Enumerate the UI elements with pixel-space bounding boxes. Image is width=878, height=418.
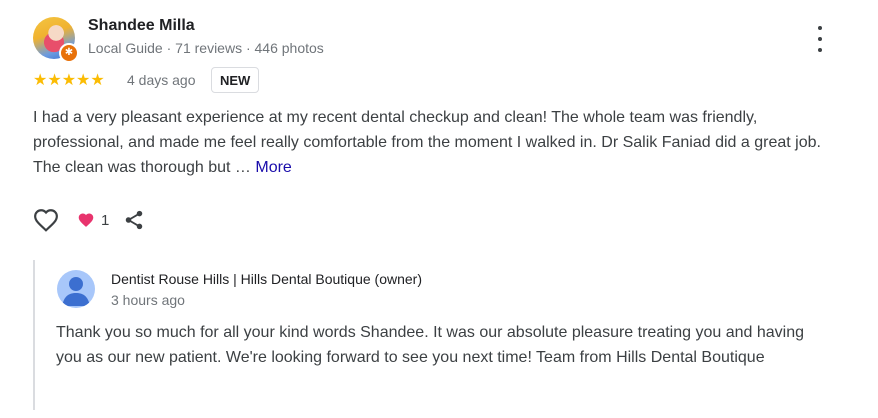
author-avatar[interactable]: ✱ [33,17,79,63]
star-rating: ★★★★★ [33,72,105,89]
heart-reaction[interactable]: 1 [77,212,109,229]
author-name[interactable]: Shandee Milla [88,17,195,35]
more-options-icon[interactable] [808,26,832,52]
heart-outline-icon[interactable] [33,207,59,233]
reply-text: Thank you so much for all your kind word… [56,324,804,366]
review-text: I had a very pleasant experience at my r… [33,105,833,180]
review-date: 4 days ago [127,72,196,88]
author-meta[interactable]: Local Guide · 71 reviews · 446 photos [88,40,324,56]
owner-name: Dentist Rouse Hills | Hills Dental Bouti… [111,271,422,287]
reaction-count: 1 [101,211,110,229]
new-badge: NEW [211,67,260,93]
kebab-dot [818,37,822,41]
review-body: I had a very pleasant experience at my r… [33,109,821,176]
more-link[interactable]: More [255,159,291,176]
owner-avatar-icon [57,270,95,308]
review-actions: 1 [33,206,147,234]
reply-time: 3 hours ago [111,292,185,308]
owner-reply: Dentist Rouse Hills | Hills Dental Bouti… [33,260,835,410]
kebab-dot [818,26,822,30]
local-guide-badge-icon: ✱ [59,43,79,63]
kebab-dot [818,48,822,52]
share-icon[interactable] [123,208,147,232]
heart-filled-icon [78,213,94,227]
